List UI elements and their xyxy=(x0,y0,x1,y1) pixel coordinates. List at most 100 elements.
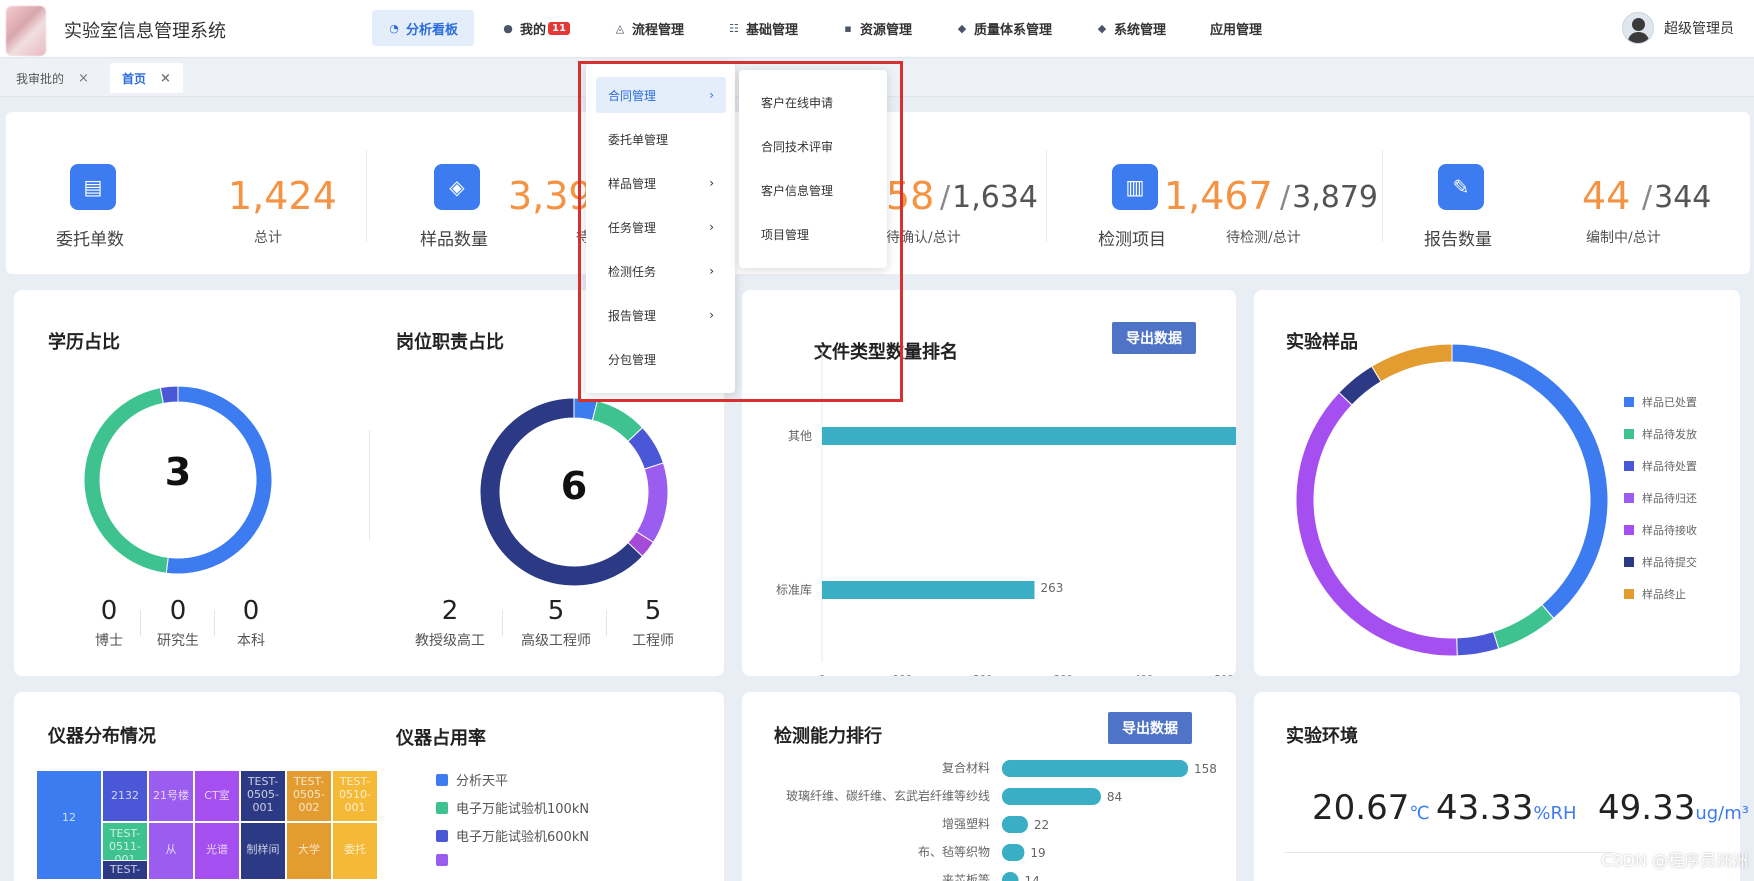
stat-orders: ▤ 委托单数 1,424 总计 xyxy=(6,112,366,274)
notification-badge: 11 xyxy=(548,21,570,35)
user-name: 超级管理员 xyxy=(1664,21,1734,37)
app-logo xyxy=(6,6,46,56)
stat-doctor: 0 博士 xyxy=(95,596,123,649)
x-tick-label: 400 xyxy=(1134,674,1153,676)
user-icon: ● xyxy=(503,21,513,35)
samples-legend-item: 样品待提交 xyxy=(1624,554,1697,570)
nav-dashboard[interactable]: ◔ 分析看板 xyxy=(372,10,475,46)
x-tick-label: 300 xyxy=(1054,674,1073,676)
x-tick-label: 200 xyxy=(973,674,992,676)
samples-legend-item: 样品待发放 xyxy=(1624,426,1697,442)
usage-legend-item: 分析天平 xyxy=(436,770,508,789)
education-title: 学历占比 xyxy=(48,332,120,353)
x-tick-label: 0 xyxy=(819,674,825,676)
stat-test-items: ▥ 检测项目 1,467 3,879 待检测/总计 xyxy=(1046,112,1382,274)
humidity-reading: 43.33%RH xyxy=(1436,788,1577,828)
category-label: 标准库 xyxy=(776,582,812,597)
stat-bachelor: 0 本科 xyxy=(237,596,265,649)
tab-my-approvals[interactable]: 我审批的 × xyxy=(4,63,101,93)
close-icon[interactable]: × xyxy=(78,71,89,86)
cube-icon: ◆ xyxy=(1097,21,1107,35)
samples-card: 实验样品 样品已处置 样品待发放 样品待处置 样品待归还 样品待接收 样品待提交 样品终止 xyxy=(1254,290,1740,676)
treemap-cell: TEST-0505-001 xyxy=(240,770,286,822)
donut-slice xyxy=(1371,343,1453,383)
bar xyxy=(1002,760,1188,777)
treemap-cell: 从 xyxy=(148,822,194,880)
list-icon: ☷ xyxy=(729,21,739,35)
category-label: 玻璃纤维、碳纤维、玄武岩纤维等纱线 xyxy=(786,788,990,803)
samples-legend-item: 样品待接收 xyxy=(1624,522,1697,538)
usage-legend-item: 电子万能试验机100kN xyxy=(436,798,589,817)
donut-slice xyxy=(159,385,179,404)
treemap-cell: TEST-0510-001 xyxy=(332,770,378,822)
capability-card: 检测能力排行 导出数据 复合材料 158 玻璃纤维、碳纤维、玄武岩纤维等纱线 84 增强… xyxy=(742,692,1236,881)
environment-title: 实验环境 xyxy=(1286,726,1358,747)
samples-legend-item: 样品已处置 xyxy=(1624,394,1697,410)
printer-icon: ▥ xyxy=(1112,164,1158,210)
category-label: 其他 xyxy=(788,429,812,443)
usage-legend-item: 电子万能试验机600kN xyxy=(436,826,589,845)
value-label: 263 xyxy=(1041,581,1064,595)
nav-system[interactable]: ◆ 系统管理 xyxy=(1080,10,1182,46)
treemap-cell: 光谱 xyxy=(194,822,240,880)
value-label: 84 xyxy=(1107,790,1122,804)
samples-legend-item: 样品待归还 xyxy=(1624,490,1697,506)
stat-professor-engineer: 2 教授级高工 xyxy=(415,596,485,649)
treemap-cell: 制样间 xyxy=(240,822,286,880)
bar xyxy=(1002,816,1028,833)
close-icon[interactable]: × xyxy=(160,71,171,86)
samples-donut-chart xyxy=(1295,343,1609,657)
category-label: 增强塑料 xyxy=(942,816,990,831)
nav-mine[interactable]: ● 我的 11 xyxy=(486,10,586,46)
donut-slice xyxy=(635,462,669,544)
report-icon: ✎ xyxy=(1438,164,1484,210)
nav-resource[interactable]: ▪ 资源管理 xyxy=(826,10,928,46)
dust-reading: 49.33ug/m³ xyxy=(1598,788,1749,828)
tab-home[interactable]: 首页 × xyxy=(110,63,183,93)
grid-icon: ▪ xyxy=(844,21,852,35)
main-nav: ◔ 分析看板 ● 我的 11 ◬ 流程管理 ☷ 基础管理 ▪ 资源管理 ◆ 质量体系管理 ◆ 系… xyxy=(372,10,1290,46)
bar xyxy=(1002,788,1101,805)
nav-apps[interactable]: 应用管理 xyxy=(1194,10,1278,46)
category-label: 复合材料 xyxy=(942,760,990,775)
instruments-title: 仪器分布情况 xyxy=(48,726,156,747)
donut-slice xyxy=(1295,391,1458,657)
treemap-cell: 委托 xyxy=(332,822,378,880)
treemap-cell: 21号楼 xyxy=(148,770,194,822)
nav-quality[interactable]: ◆ 质量体系管理 xyxy=(940,10,1068,46)
bar xyxy=(1002,844,1025,861)
top-header: 实验室信息管理系统 ◔ 分析看板 ● 我的 11 ◬ 流程管理 ☷ 基础管理 ▪ 资源管理 … xyxy=(0,0,1754,58)
document-icon: ▤ xyxy=(70,164,116,210)
donut-slice xyxy=(1492,604,1555,650)
value-label: 158 xyxy=(1194,762,1217,776)
treemap-cell: TEST- xyxy=(102,860,148,880)
watermark: CSDN @程序员洲洲 xyxy=(1601,851,1748,870)
treemap-cell: 12 xyxy=(36,770,102,880)
nav-basic[interactable]: ☷ 基础管理 xyxy=(712,10,814,46)
treemap-cell: 2132 xyxy=(102,770,148,822)
treemap-cell: TEST-0505-002 xyxy=(286,770,332,822)
stat-reports: ✎ 报告数量 44 344 编制中/总计 xyxy=(1382,112,1750,274)
category-label: 布、毡等织物 xyxy=(918,845,990,859)
x-tick-label: 500 xyxy=(1214,674,1233,676)
bar xyxy=(1002,872,1019,881)
nav-process[interactable]: ◬ 流程管理 xyxy=(598,10,700,46)
usage-title: 仪器占用率 xyxy=(396,728,486,749)
user-menu[interactable]: 超级管理员 xyxy=(1622,12,1734,44)
cube-icon: ◆ xyxy=(957,21,967,35)
usage-legend-item xyxy=(436,854,456,866)
education-total: 3 xyxy=(164,450,192,494)
pie-chart-icon: ◔ xyxy=(389,21,399,35)
instruments-card: 仪器分布情况 12 2132 21号楼 CT室 TEST-0505-001 TE… xyxy=(14,692,724,881)
temperature-reading: 20.67℃ xyxy=(1312,788,1430,828)
samples-legend-item: 样品终止 xyxy=(1624,586,1686,602)
category-label: 夹芯板等 xyxy=(942,873,990,881)
samples-legend-item: 样品待处置 xyxy=(1624,458,1697,474)
sample-icon: ◈ xyxy=(434,164,480,210)
app-title: 实验室信息管理系统 xyxy=(64,21,226,42)
stat-engineer: 5 工程师 xyxy=(632,596,674,649)
value-label: 14 xyxy=(1024,874,1039,881)
x-tick-label: 100 xyxy=(893,674,912,676)
annotation-highlight-box xyxy=(578,61,903,402)
flow-icon: ◬ xyxy=(615,21,625,35)
